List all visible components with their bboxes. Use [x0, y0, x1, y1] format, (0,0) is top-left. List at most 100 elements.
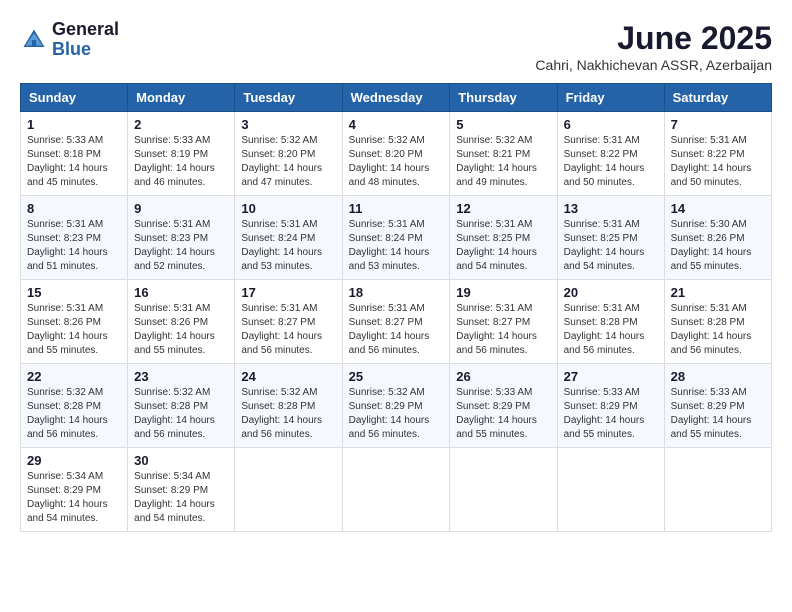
cell-info: Sunrise: 5:32 AMSunset: 8:28 PMDaylight:… — [134, 387, 215, 440]
calendar-cell: 11 Sunrise: 5:31 AMSunset: 8:24 PMDaylig… — [342, 196, 450, 280]
cell-info: Sunrise: 5:31 AMSunset: 8:28 PMDaylight:… — [564, 303, 645, 356]
cell-info: Sunrise: 5:33 AMSunset: 8:18 PMDaylight:… — [27, 135, 108, 188]
calendar-cell: 17 Sunrise: 5:31 AMSunset: 8:27 PMDaylig… — [235, 280, 342, 364]
day-number: 20 — [564, 285, 658, 300]
cell-info: Sunrise: 5:31 AMSunset: 8:23 PMDaylight:… — [134, 219, 215, 272]
weekday-header-thursday: Thursday — [450, 84, 557, 112]
page-header: General Blue June 2025 Cahri, Nakhicheva… — [20, 20, 772, 73]
weekday-header-friday: Friday — [557, 84, 664, 112]
calendar-cell — [235, 448, 342, 532]
logo: General Blue — [20, 20, 119, 60]
weekday-header-wednesday: Wednesday — [342, 84, 450, 112]
logo-icon — [20, 26, 48, 54]
day-number: 28 — [671, 369, 765, 384]
day-number: 16 — [134, 285, 228, 300]
day-number: 15 — [27, 285, 121, 300]
calendar-cell: 22 Sunrise: 5:32 AMSunset: 8:28 PMDaylig… — [21, 364, 128, 448]
calendar-cell: 14 Sunrise: 5:30 AMSunset: 8:26 PMDaylig… — [664, 196, 771, 280]
calendar-cell — [557, 448, 664, 532]
cell-info: Sunrise: 5:31 AMSunset: 8:24 PMDaylight:… — [349, 219, 430, 272]
cell-info: Sunrise: 5:31 AMSunset: 8:27 PMDaylight:… — [349, 303, 430, 356]
calendar-cell: 28 Sunrise: 5:33 AMSunset: 8:29 PMDaylig… — [664, 364, 771, 448]
day-number: 11 — [349, 201, 444, 216]
day-number: 5 — [456, 117, 550, 132]
cell-info: Sunrise: 5:31 AMSunset: 8:26 PMDaylight:… — [27, 303, 108, 356]
calendar-week-row: 1 Sunrise: 5:33 AMSunset: 8:18 PMDayligh… — [21, 112, 772, 196]
calendar-week-row: 8 Sunrise: 5:31 AMSunset: 8:23 PMDayligh… — [21, 196, 772, 280]
location: Cahri, Nakhichevan ASSR, Azerbaijan — [535, 57, 772, 73]
day-number: 25 — [349, 369, 444, 384]
calendar-cell: 20 Sunrise: 5:31 AMSunset: 8:28 PMDaylig… — [557, 280, 664, 364]
calendar-week-row: 15 Sunrise: 5:31 AMSunset: 8:26 PMDaylig… — [21, 280, 772, 364]
cell-info: Sunrise: 5:32 AMSunset: 8:20 PMDaylight:… — [349, 135, 430, 188]
cell-info: Sunrise: 5:33 AMSunset: 8:29 PMDaylight:… — [456, 387, 537, 440]
calendar-cell: 30 Sunrise: 5:34 AMSunset: 8:29 PMDaylig… — [128, 448, 235, 532]
cell-info: Sunrise: 5:32 AMSunset: 8:20 PMDaylight:… — [241, 135, 322, 188]
cell-info: Sunrise: 5:34 AMSunset: 8:29 PMDaylight:… — [27, 471, 108, 524]
calendar-cell: 3 Sunrise: 5:32 AMSunset: 8:20 PMDayligh… — [235, 112, 342, 196]
calendar-cell: 25 Sunrise: 5:32 AMSunset: 8:29 PMDaylig… — [342, 364, 450, 448]
cell-info: Sunrise: 5:32 AMSunset: 8:28 PMDaylight:… — [27, 387, 108, 440]
calendar-cell: 7 Sunrise: 5:31 AMSunset: 8:22 PMDayligh… — [664, 112, 771, 196]
calendar-cell: 26 Sunrise: 5:33 AMSunset: 8:29 PMDaylig… — [450, 364, 557, 448]
calendar-cell: 15 Sunrise: 5:31 AMSunset: 8:26 PMDaylig… — [21, 280, 128, 364]
calendar-cell: 2 Sunrise: 5:33 AMSunset: 8:19 PMDayligh… — [128, 112, 235, 196]
calendar-cell: 19 Sunrise: 5:31 AMSunset: 8:27 PMDaylig… — [450, 280, 557, 364]
cell-info: Sunrise: 5:31 AMSunset: 8:27 PMDaylight:… — [241, 303, 322, 356]
day-number: 30 — [134, 453, 228, 468]
day-number: 23 — [134, 369, 228, 384]
cell-info: Sunrise: 5:32 AMSunset: 8:28 PMDaylight:… — [241, 387, 322, 440]
day-number: 13 — [564, 201, 658, 216]
logo-line2: Blue — [52, 40, 119, 60]
weekday-header-tuesday: Tuesday — [235, 84, 342, 112]
calendar-cell — [450, 448, 557, 532]
calendar-week-row: 22 Sunrise: 5:32 AMSunset: 8:28 PMDaylig… — [21, 364, 772, 448]
calendar-cell: 18 Sunrise: 5:31 AMSunset: 8:27 PMDaylig… — [342, 280, 450, 364]
calendar-cell: 10 Sunrise: 5:31 AMSunset: 8:24 PMDaylig… — [235, 196, 342, 280]
calendar-cell: 21 Sunrise: 5:31 AMSunset: 8:28 PMDaylig… — [664, 280, 771, 364]
calendar-cell: 4 Sunrise: 5:32 AMSunset: 8:20 PMDayligh… — [342, 112, 450, 196]
day-number: 9 — [134, 201, 228, 216]
cell-info: Sunrise: 5:31 AMSunset: 8:24 PMDaylight:… — [241, 219, 322, 272]
cell-info: Sunrise: 5:31 AMSunset: 8:25 PMDaylight:… — [456, 219, 537, 272]
month-title: June 2025 — [535, 20, 772, 57]
weekday-header-sunday: Sunday — [21, 84, 128, 112]
calendar-cell — [342, 448, 450, 532]
weekday-header-saturday: Saturday — [664, 84, 771, 112]
cell-info: Sunrise: 5:31 AMSunset: 8:22 PMDaylight:… — [564, 135, 645, 188]
calendar-cell: 12 Sunrise: 5:31 AMSunset: 8:25 PMDaylig… — [450, 196, 557, 280]
day-number: 6 — [564, 117, 658, 132]
calendar-cell: 1 Sunrise: 5:33 AMSunset: 8:18 PMDayligh… — [21, 112, 128, 196]
day-number: 29 — [27, 453, 121, 468]
cell-info: Sunrise: 5:31 AMSunset: 8:22 PMDaylight:… — [671, 135, 752, 188]
calendar-week-row: 29 Sunrise: 5:34 AMSunset: 8:29 PMDaylig… — [21, 448, 772, 532]
day-number: 26 — [456, 369, 550, 384]
day-number: 7 — [671, 117, 765, 132]
calendar-cell: 5 Sunrise: 5:32 AMSunset: 8:21 PMDayligh… — [450, 112, 557, 196]
cell-info: Sunrise: 5:33 AMSunset: 8:19 PMDaylight:… — [134, 135, 215, 188]
day-number: 24 — [241, 369, 335, 384]
calendar-table: SundayMondayTuesdayWednesdayThursdayFrid… — [20, 83, 772, 532]
cell-info: Sunrise: 5:31 AMSunset: 8:27 PMDaylight:… — [456, 303, 537, 356]
cell-info: Sunrise: 5:33 AMSunset: 8:29 PMDaylight:… — [671, 387, 752, 440]
cell-info: Sunrise: 5:30 AMSunset: 8:26 PMDaylight:… — [671, 219, 752, 272]
calendar-cell: 16 Sunrise: 5:31 AMSunset: 8:26 PMDaylig… — [128, 280, 235, 364]
day-number: 19 — [456, 285, 550, 300]
calendar-cell: 29 Sunrise: 5:34 AMSunset: 8:29 PMDaylig… — [21, 448, 128, 532]
weekday-header-row: SundayMondayTuesdayWednesdayThursdayFrid… — [21, 84, 772, 112]
day-number: 18 — [349, 285, 444, 300]
day-number: 4 — [349, 117, 444, 132]
day-number: 14 — [671, 201, 765, 216]
day-number: 21 — [671, 285, 765, 300]
day-number: 12 — [456, 201, 550, 216]
calendar-cell: 6 Sunrise: 5:31 AMSunset: 8:22 PMDayligh… — [557, 112, 664, 196]
cell-info: Sunrise: 5:32 AMSunset: 8:29 PMDaylight:… — [349, 387, 430, 440]
cell-info: Sunrise: 5:34 AMSunset: 8:29 PMDaylight:… — [134, 471, 215, 524]
calendar-cell: 13 Sunrise: 5:31 AMSunset: 8:25 PMDaylig… — [557, 196, 664, 280]
day-number: 17 — [241, 285, 335, 300]
calendar-cell — [664, 448, 771, 532]
cell-info: Sunrise: 5:33 AMSunset: 8:29 PMDaylight:… — [564, 387, 645, 440]
calendar-cell: 9 Sunrise: 5:31 AMSunset: 8:23 PMDayligh… — [128, 196, 235, 280]
day-number: 2 — [134, 117, 228, 132]
calendar-cell: 8 Sunrise: 5:31 AMSunset: 8:23 PMDayligh… — [21, 196, 128, 280]
